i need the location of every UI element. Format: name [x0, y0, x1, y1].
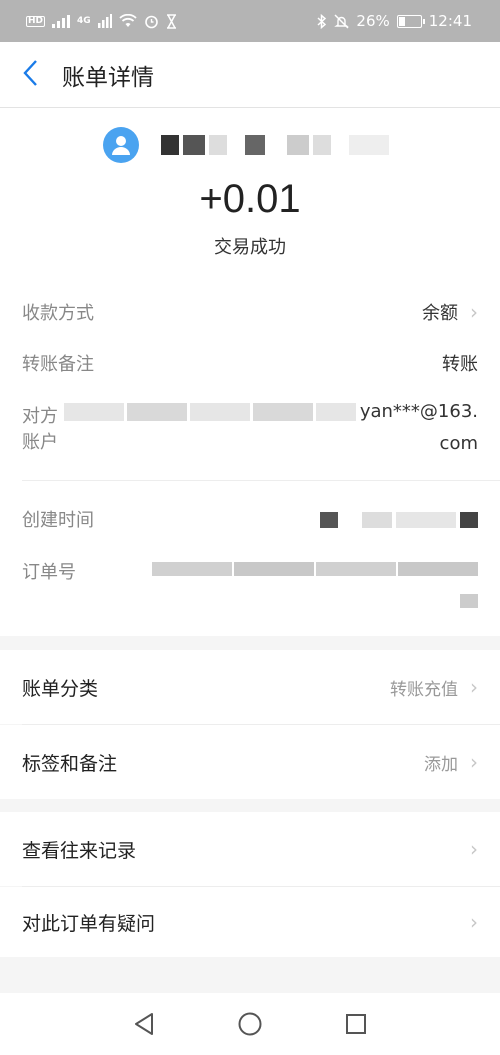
order-question-row[interactable]: 对此订单有疑问 › — [0, 887, 500, 957]
transaction-status: 交易成功 — [214, 237, 286, 258]
network-type-icon: 4G — [77, 15, 91, 26]
nav-back-button[interactable] — [126, 1006, 162, 1042]
back-button[interactable] — [0, 42, 60, 108]
counterparty-email-line1: yan***@163. — [359, 401, 478, 422]
header: 账单详情 — [0, 42, 500, 108]
clock: 12:41 — [428, 12, 472, 30]
hd-icon: HD — [26, 15, 46, 27]
hourglass-icon — [166, 13, 177, 29]
tags-notes-value: 添加 — [424, 754, 458, 775]
masked-counterparty-name — [63, 403, 356, 421]
battery-icon — [396, 14, 425, 28]
payment-method-label: 收款方式 — [22, 303, 94, 324]
view-history-row[interactable]: 查看往来记录 › — [0, 812, 500, 886]
view-history-label: 查看往来记录 — [22, 839, 137, 862]
status-bar: HD 4G 26% 12:41 — [0, 0, 500, 42]
signal-icon — [52, 14, 71, 28]
payment-method-value-group: 余额 › — [422, 299, 478, 325]
chevron-right-icon: › — [470, 300, 478, 324]
masked-order-number — [152, 562, 478, 608]
transfer-note-label: 转账备注 — [22, 354, 94, 375]
masked-created-time — [320, 512, 478, 532]
nav-home-button[interactable] — [232, 1006, 268, 1042]
chevron-right-icon: › — [470, 837, 478, 861]
bill-category-value-group: 转账充值 › — [390, 675, 478, 700]
chevron-left-icon — [22, 59, 38, 91]
payment-method-row[interactable]: 收款方式 余额 › — [22, 299, 478, 325]
alarm-icon — [144, 14, 159, 29]
counterparty-row: 对方账户 yan***@163. com — [22, 401, 478, 460]
user-avatar-icon — [103, 127, 139, 163]
nav-recent-button[interactable] — [338, 1006, 374, 1042]
divider — [22, 480, 500, 481]
bluetooth-icon — [317, 13, 327, 29]
transfer-note-value: 转账 — [442, 354, 478, 375]
battery-level — [398, 16, 405, 26]
tags-notes-row[interactable]: 标签和备注 添加 › — [0, 725, 500, 799]
chevron-right-icon: › — [470, 675, 478, 699]
masked-payer-name — [161, 135, 389, 155]
page-title: 账单详情 — [62, 64, 154, 91]
order-number-label: 订单号 — [22, 562, 76, 583]
triangle-back-icon — [135, 1013, 153, 1035]
created-time-row: 创建时间 — [22, 506, 478, 532]
bill-category-label: 账单分类 — [22, 677, 99, 700]
payment-method-value: 余额 — [422, 303, 458, 324]
transaction-amount: +0.01 — [199, 177, 301, 221]
tags-notes-label: 标签和备注 — [22, 752, 118, 775]
payer-info — [103, 127, 389, 163]
counterparty-email-line2: com — [439, 433, 478, 454]
signal-icon-2 — [97, 14, 112, 28]
tags-notes-value-group: 添加 › — [424, 750, 478, 775]
counterparty-value: yan***@163. com — [63, 396, 478, 460]
chevron-right-icon: › — [470, 910, 478, 934]
mute-icon — [334, 13, 350, 29]
created-time-label: 创建时间 — [22, 510, 94, 531]
order-number-row: 订单号 — [22, 558, 478, 608]
chevron-right-icon: › — [470, 750, 478, 774]
counterparty-label: 对方账户 — [22, 406, 58, 453]
order-question-label: 对此订单有疑问 — [22, 912, 156, 935]
battery-percent: 26% — [356, 12, 390, 30]
transfer-note-row: 转账备注 转账 — [22, 350, 478, 376]
navigation-bar — [0, 993, 500, 1055]
bill-category-value: 转账充值 — [390, 679, 458, 700]
wifi-icon — [119, 14, 137, 28]
square-recent-icon — [346, 1014, 366, 1034]
circle-home-icon — [238, 1012, 262, 1036]
bill-category-row[interactable]: 账单分类 转账充值 › — [0, 650, 500, 724]
